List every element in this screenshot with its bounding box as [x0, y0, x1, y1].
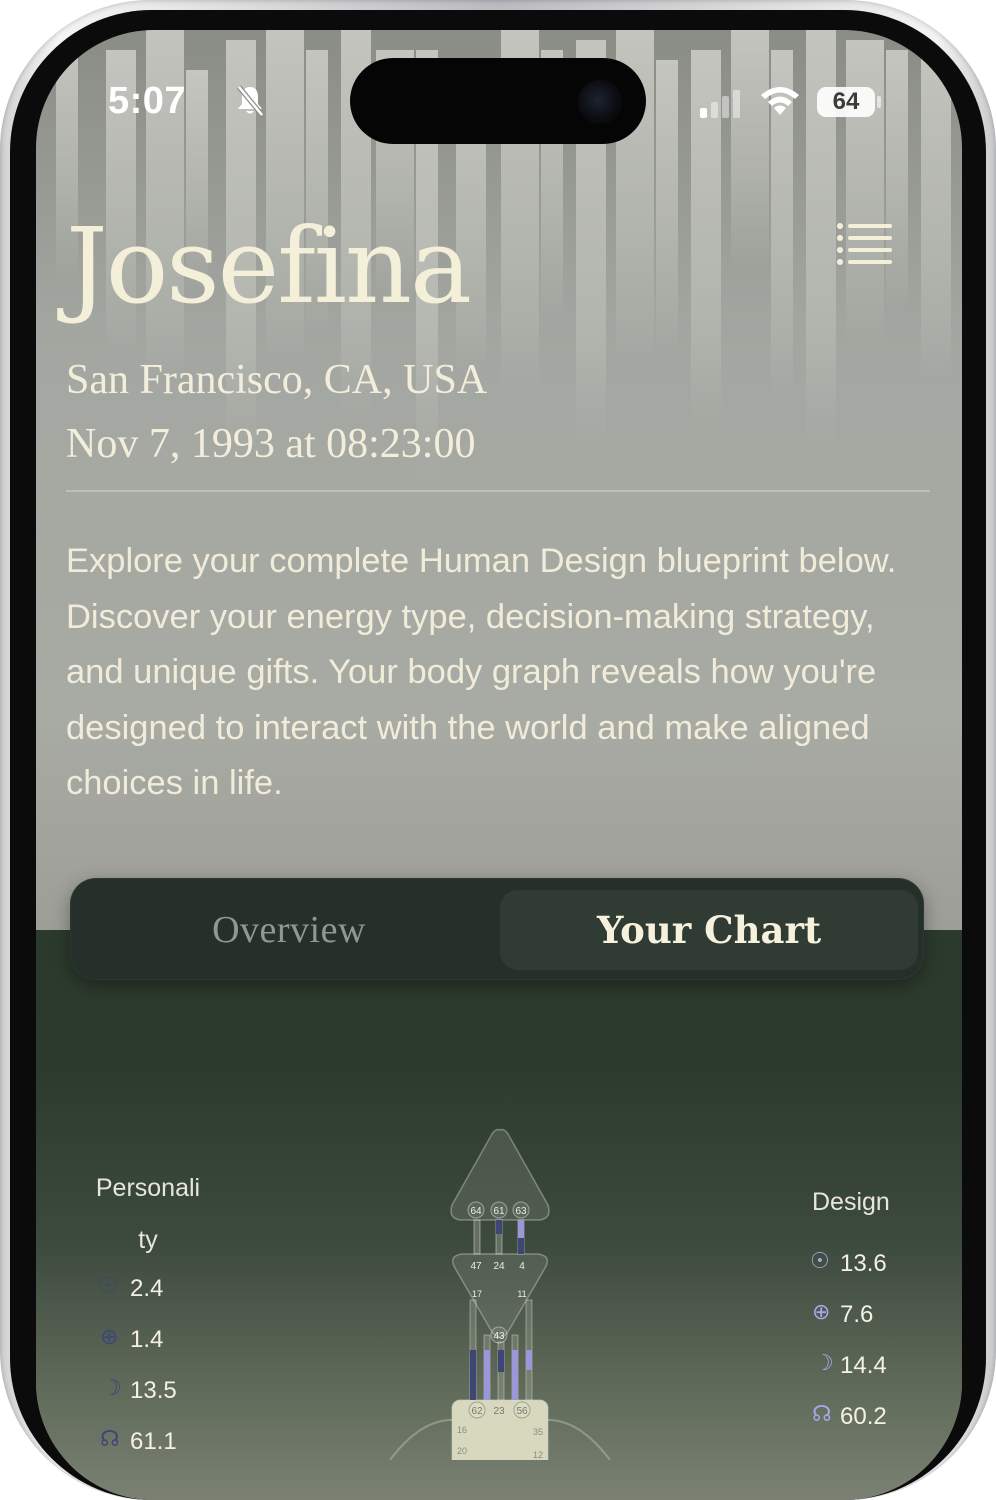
background-slab: [886, 50, 908, 310]
head-gate-63: 63: [512, 1201, 530, 1219]
background-slab: [921, 40, 951, 380]
throat-gate-20-label: 20: [457, 1446, 467, 1456]
header-divider: [66, 490, 930, 492]
design-heading: Design: [812, 1188, 890, 1216]
throat-gate-62: 62: [468, 1401, 486, 1419]
design-north-node-icon: ☊: [812, 1402, 832, 1427]
profile-name: Josefina: [66, 205, 472, 327]
design-earth-value: 7.6: [840, 1301, 874, 1328]
background-slab: [656, 60, 678, 350]
personality-earth-icon: ⊕: [100, 1325, 119, 1350]
personality-moon-icon: ☽: [102, 1376, 122, 1401]
personality-sun-value: 2.4: [130, 1275, 164, 1302]
head-gate-64: 64: [467, 1201, 485, 1219]
ajna-gate-11-label: 11: [517, 1289, 526, 1299]
channels-head-ajna: [473, 1219, 525, 1255]
camera-lens: [578, 80, 622, 124]
birth-datetime: Nov 7, 1993 at 08:23:00: [66, 421, 476, 467]
intro-paragraph: Explore your complete Human Design bluep…: [66, 542, 897, 802]
ajna-gate-43-label: 43: [493, 1331, 505, 1342]
signal-icon: [700, 90, 740, 118]
head-gate-61: 61: [490, 1201, 508, 1219]
ajna-gate-43: 43: [490, 1326, 508, 1344]
throat-gate-56: 56: [513, 1401, 531, 1419]
design-north-node-value: 60.2: [840, 1403, 887, 1430]
ajna-gate-4-label: 4: [519, 1261, 525, 1272]
background-slab: [846, 40, 884, 340]
throat-gate-16-label: 16: [457, 1425, 467, 1435]
battery-percentage: 64: [832, 88, 860, 115]
ajna-gate-47-label: 47: [470, 1261, 482, 1272]
throat-gate-12-label: 12: [533, 1450, 543, 1460]
head-gate-63-label: 63: [515, 1206, 527, 1217]
personality-sun-icon: ☉: [98, 1274, 118, 1299]
personality-heading-line1: Personali: [95, 1174, 201, 1202]
throat-gate-56-label: 56: [516, 1406, 528, 1417]
head-gate-61-label: 61: [493, 1206, 505, 1217]
bell-slash-icon: [237, 85, 264, 117]
design-moon-value: 14.4: [840, 1352, 887, 1379]
bodygraph-chart[interactable]: 64 61 63 47 24 4 17 11 43 62 23 56 16 35…: [380, 1120, 620, 1460]
tab-your-chart[interactable]: Your Chart: [500, 890, 918, 970]
design-sun-icon: ☉: [810, 1249, 830, 1274]
personality-north-node-value: 61.1: [130, 1428, 177, 1455]
design-sun-value: 13.6: [840, 1250, 887, 1277]
throat-gate-35-label: 35: [533, 1427, 543, 1437]
ajna-gate-17-label: 17: [472, 1289, 482, 1299]
design-moon-icon: ☽: [814, 1351, 834, 1376]
throat-gate-62-label: 62: [471, 1406, 483, 1417]
personality-heading: Personali ty: [88, 1162, 208, 1266]
wifi-icon: [761, 87, 799, 115]
status-time: 5:07: [108, 80, 187, 122]
throat-gate-23-label: 23: [493, 1406, 505, 1417]
personality-earth-value: 1.4: [130, 1326, 164, 1353]
hamburger-menu-icon[interactable]: [836, 222, 894, 266]
tab-overview[interactable]: Overview: [80, 890, 498, 970]
design-earth-icon: ⊕: [812, 1300, 831, 1325]
background-slab: [731, 30, 769, 270]
personality-north-node-icon: ☊: [100, 1427, 120, 1452]
ajna-gate-24-label: 24: [493, 1261, 505, 1272]
personality-heading-line2: ty: [138, 1226, 158, 1254]
personality-moon-value: 13.5: [130, 1377, 177, 1404]
birth-location: San Francisco, CA, USA: [66, 357, 488, 403]
head-gate-64-label: 64: [470, 1206, 482, 1217]
